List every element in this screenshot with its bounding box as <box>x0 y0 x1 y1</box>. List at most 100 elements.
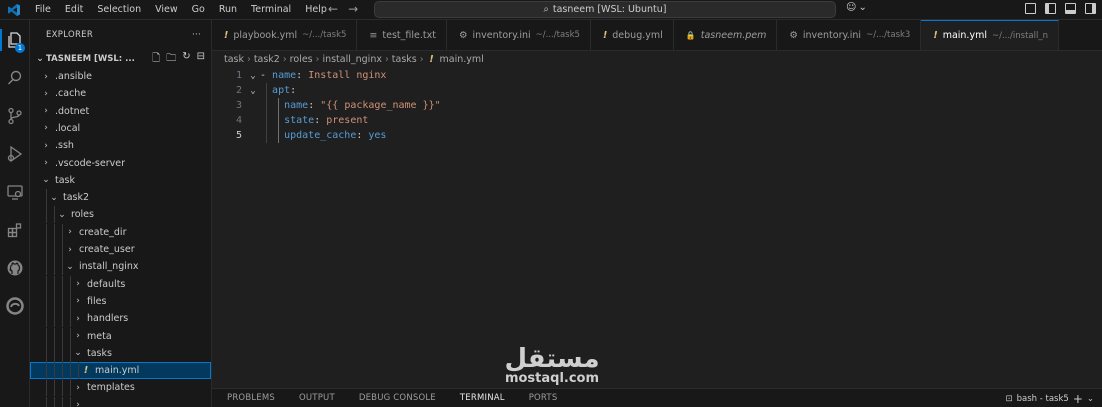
panel-tab-debug-console[interactable]: DEBUG CONSOLE <box>344 389 445 407</box>
line-number: 4 <box>235 115 242 126</box>
explorer-icon[interactable]: 1 <box>0 25 30 55</box>
back-arrow-icon[interactable]: ← <box>328 2 338 16</box>
fold-chevron-icon[interactable]: ⌄ <box>246 71 260 81</box>
indent-guide <box>54 379 55 397</box>
yaml-file-icon: ! <box>83 365 89 377</box>
indent-guide <box>78 362 79 380</box>
indent-guide <box>62 379 63 397</box>
tree-folder-item[interactable]: › .ansible <box>30 68 211 85</box>
collapse-all-icon[interactable]: ⊟ <box>197 51 205 68</box>
menu-run[interactable]: Run <box>212 0 244 20</box>
menu-selection[interactable]: Selection <box>90 0 148 20</box>
chevron-right-icon: › <box>68 244 72 255</box>
tree-folder-item[interactable]: ⌄ task <box>30 172 211 189</box>
menu-bar: File Edit Selection View Go Run Terminal… <box>28 0 334 20</box>
editor-tab[interactable]: ! main.yml ~/.../install_n <box>921 20 1060 50</box>
tree-folder-item[interactable]: ⌄ task2 <box>30 189 211 207</box>
line-number: 1 <box>235 70 242 81</box>
tree-folder-item[interactable]: ⌄ install_nginx <box>30 258 211 276</box>
indent-guide <box>62 396 63 407</box>
customize-layout-icon[interactable] <box>1025 3 1036 14</box>
tree-folder-item[interactable]: › .ssh <box>30 137 211 154</box>
code-line: 3 name: "{{ package_name }}" <box>212 98 1102 113</box>
editor-tab[interactable]: ⚙ inventory.ini ~/.../task5 <box>447 20 591 50</box>
menu-file[interactable]: File <box>28 0 58 20</box>
editor-tab[interactable]: ⚙ inventory.ini ~/.../task3 <box>777 20 922 50</box>
tree-folder-item[interactable]: ⌄ roles <box>30 206 211 224</box>
breadcrumb-item[interactable]: install_nginx <box>322 54 382 65</box>
toggle-primary-sidebar-icon[interactable] <box>1045 3 1056 14</box>
menu-view[interactable]: View <box>148 0 185 20</box>
remote-explorer-icon[interactable] <box>0 177 30 207</box>
tree-folder-item[interactable]: › .dotnet <box>30 103 211 120</box>
vscode-logo-icon <box>0 0 28 20</box>
editor-tab[interactable]: ≡ test_file.txt <box>357 20 447 50</box>
indent-guide <box>70 396 71 407</box>
editor-tab[interactable]: ! playbook.yml ~/.../task5 <box>212 20 358 50</box>
tab-label: inventory.ini <box>802 29 862 41</box>
fold-chevron-icon[interactable]: ⌄ <box>246 86 260 96</box>
indent-guide <box>70 292 71 310</box>
indent-guide <box>46 327 47 345</box>
tab-label: inventory.ini <box>472 29 531 41</box>
editor-tab[interactable]: ! debug.yml <box>591 20 674 50</box>
menu-go[interactable]: Go <box>185 0 212 20</box>
terminal-instance[interactable]: ⊡ bash - task5 + ⌄ <box>1005 389 1094 407</box>
breadcrumb-item[interactable]: task <box>224 54 244 65</box>
tree-item-label: main.yml <box>95 365 140 377</box>
tree-file-item[interactable]: ! main.yml <box>30 362 211 380</box>
panel-tab-output[interactable]: OUTPUT <box>284 389 344 407</box>
search-icon[interactable] <box>0 63 30 93</box>
add-terminal-icon[interactable]: + <box>1073 392 1083 406</box>
menu-edit[interactable]: Edit <box>58 0 90 20</box>
panel-tab-terminal[interactable]: TERMINAL <box>445 389 514 407</box>
tree-folder-item[interactable]: › handlers <box>30 310 211 328</box>
code-editor[interactable]: 1 ⌄ - name: Install nginx 2 ⌄ apt:3 name: "{… <box>212 68 1102 388</box>
workspace-root[interactable]: ⌄ TASNEEM [WSL: ... 🗋 🗀 ↻ ⊟ <box>30 50 211 68</box>
editor-tabs: ! playbook.yml ~/.../task5 ≡ test_file.txt ⚙ i… <box>212 20 1102 51</box>
tree-folder-item[interactable]: › files <box>30 292 211 310</box>
tree-folder-item[interactable]: › create_dir <box>30 223 211 241</box>
more-actions-icon[interactable]: ··· <box>192 30 201 40</box>
tree-folder-item[interactable]: › .cache <box>30 85 211 102</box>
github-icon[interactable] <box>0 253 30 283</box>
yml-file-icon: ! <box>933 30 938 41</box>
tree-folder-item[interactable]: ⌄ tasks <box>30 344 211 362</box>
toggle-secondary-sidebar-icon[interactable] <box>1085 3 1096 14</box>
extensions-icon[interactable] <box>0 215 30 245</box>
chevron-right-icon: › <box>419 54 424 65</box>
chevron-down-icon[interactable]: ⌄ <box>1087 394 1094 404</box>
new-folder-icon[interactable]: 🗀 <box>166 51 176 68</box>
new-file-icon[interactable]: 🗋 <box>152 51 160 68</box>
breadcrumb-item[interactable]: task2 <box>254 54 280 65</box>
tree-folder-item[interactable]: › .local <box>30 120 211 137</box>
forward-arrow-icon[interactable]: → <box>348 2 358 16</box>
run-debug-icon[interactable] <box>0 139 30 169</box>
toggle-panel-icon[interactable] <box>1065 3 1076 14</box>
code-line: 5 update_cache: yes <box>212 128 1102 143</box>
editor-tab[interactable]: 🔒 tasneem.pem <box>674 20 778 50</box>
tree-folder-item[interactable]: › templates <box>30 379 211 397</box>
breadcrumb-item[interactable]: main.yml <box>440 54 484 65</box>
menu-terminal[interactable]: Terminal <box>244 0 298 20</box>
line-number: 3 <box>235 100 242 111</box>
tree-folder-item[interactable]: › meta <box>30 327 211 345</box>
refresh-icon[interactable]: ↻ <box>182 51 190 68</box>
copilot-button[interactable]: ☺ ⌄ <box>846 2 867 13</box>
panel-tab-ports[interactable]: PORTS <box>514 389 567 407</box>
tree-folder-item[interactable]: › defaults <box>30 275 211 293</box>
command-center[interactable]: ⌕ tasneem [WSL: Ubuntu] <box>374 1 836 18</box>
breadcrumb-item[interactable]: tasks <box>392 54 417 65</box>
chevron-right-icon: › <box>76 400 80 407</box>
tree-folder-item[interactable]: › <box>30 396 211 407</box>
edge-icon[interactable] <box>0 291 30 321</box>
panel-tab-problems[interactable]: PROBLEMS <box>212 389 284 407</box>
tree-folder-item[interactable]: › create_user <box>30 241 211 258</box>
breadcrumb-item[interactable]: roles <box>290 54 313 65</box>
tree-folder-item[interactable]: › .vscode-server <box>30 155 211 172</box>
source-control-icon[interactable] <box>0 101 30 131</box>
indent-guide <box>62 258 63 276</box>
code-token: apt <box>272 85 291 96</box>
indent-guide <box>62 275 63 293</box>
panel-tab-bar: PROBLEMS OUTPUT DEBUG CONSOLE TERMINAL PORTS… <box>212 388 1102 407</box>
